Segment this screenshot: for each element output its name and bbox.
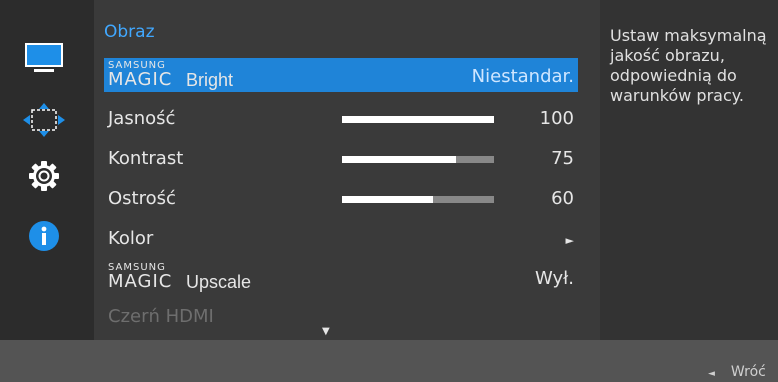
info-icon[interactable] [22,218,66,254]
sharpness-value: 60 [551,188,574,209]
brand-large-text: MAGIC [108,69,173,90]
hdmi-black-label: Czerń HDMI [108,306,214,327]
picture-menu: Obraz SAMSUNG MAGIC Bright Niestandar. J… [94,0,600,348]
magic-bright-label: Bright [186,70,234,90]
menu-item-contrast[interactable]: Kontrast 75 [104,140,578,174]
brightness-value: 100 [539,108,574,129]
contrast-value: 75 [551,148,574,169]
submenu-arrow-icon: ► [565,234,574,247]
menu-title: Obraz [104,22,155,42]
contrast-slider[interactable] [342,156,494,163]
menu-item-magic-bright[interactable]: SAMSUNG MAGIC Bright Niestandar. [104,58,578,92]
brightness-slider-fill [342,116,494,123]
arrows-icon[interactable] [22,102,66,138]
contrast-slider-fill [342,156,456,163]
menu-item-hdmi-black: Czerń HDMI [104,300,578,328]
scroll-down-icon[interactable]: ▼ [322,326,330,337]
brand-large-text: MAGIC [108,271,173,292]
magic-upscale-label: Upscale [186,272,252,292]
gear-icon[interactable] [22,158,66,194]
description-panel: Ustaw maksymalną jakość obrazu, odpowied… [600,0,778,340]
brightness-label: Jasność [108,108,176,129]
menu-item-brightness[interactable]: Jasność 100 [104,100,578,134]
color-label: Kolor [108,228,154,249]
category-rail [0,0,94,340]
left-arrow-icon: ◄ [708,369,715,379]
description-text: Ustaw maksymalną jakość obrazu, odpowied… [610,26,767,105]
monitor-icon[interactable] [22,40,66,76]
bottom-bar [0,340,778,382]
menu-item-magic-upscale[interactable]: SAMSUNG MAGIC Upscale Wył. [104,260,578,294]
magic-bright-value: Niestandar. [471,66,574,87]
sharpness-label: Ostrość [108,188,176,209]
back-button[interactable]: ◄ Wróć [708,364,766,380]
brightness-slider[interactable] [342,116,494,123]
sharpness-slider[interactable] [342,196,494,203]
sharpness-slider-fill [342,196,434,203]
osd-screen: Obraz SAMSUNG MAGIC Bright Niestandar. J… [0,0,778,382]
magic-upscale-value: Wył. [535,268,574,289]
menu-item-sharpness[interactable]: Ostrość 60 [104,180,578,214]
menu-item-color[interactable]: Kolor ► [104,220,578,254]
contrast-label: Kontrast [108,148,184,169]
back-label: Wróć [730,364,766,380]
